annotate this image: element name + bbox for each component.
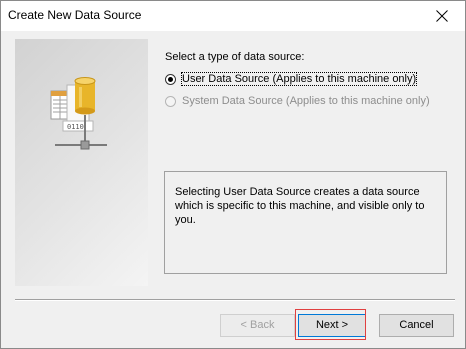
back-button: < Back bbox=[220, 314, 295, 337]
create-data-source-dialog: Create New Data Source 0110 Select a typ… bbox=[0, 0, 466, 349]
footer-divider bbox=[15, 299, 455, 301]
close-icon bbox=[436, 10, 448, 22]
data-source-type-label: Select a type of data source: bbox=[165, 51, 305, 63]
next-button-highlight bbox=[295, 309, 366, 340]
radio-label-system: System Data Source (Applies to this mach… bbox=[182, 95, 430, 107]
radio-button-system bbox=[165, 95, 176, 107]
radio-user-data-source[interactable]: User Data Source (Applies to this machin… bbox=[165, 71, 418, 87]
window-title: Create New Data Source bbox=[8, 8, 142, 22]
wizard-illustration-panel: 0110 bbox=[15, 39, 148, 286]
title-bar: Create New Data Source bbox=[1, 1, 465, 31]
radio-label-user[interactable]: User Data Source (Applies to this machin… bbox=[180, 72, 418, 86]
cancel-button[interactable]: Cancel bbox=[379, 314, 454, 337]
database-network-icon: 0110 bbox=[50, 77, 107, 150]
description-text: Selecting User Data Source creates a dat… bbox=[175, 186, 425, 226]
close-button[interactable] bbox=[419, 1, 465, 31]
radio-system-data-source: System Data Source (Applies to this mach… bbox=[165, 93, 430, 109]
radio-button-user[interactable] bbox=[165, 73, 176, 85]
description-box: Selecting User Data Source creates a dat… bbox=[164, 171, 447, 274]
binary-text: 0110 bbox=[67, 123, 84, 131]
